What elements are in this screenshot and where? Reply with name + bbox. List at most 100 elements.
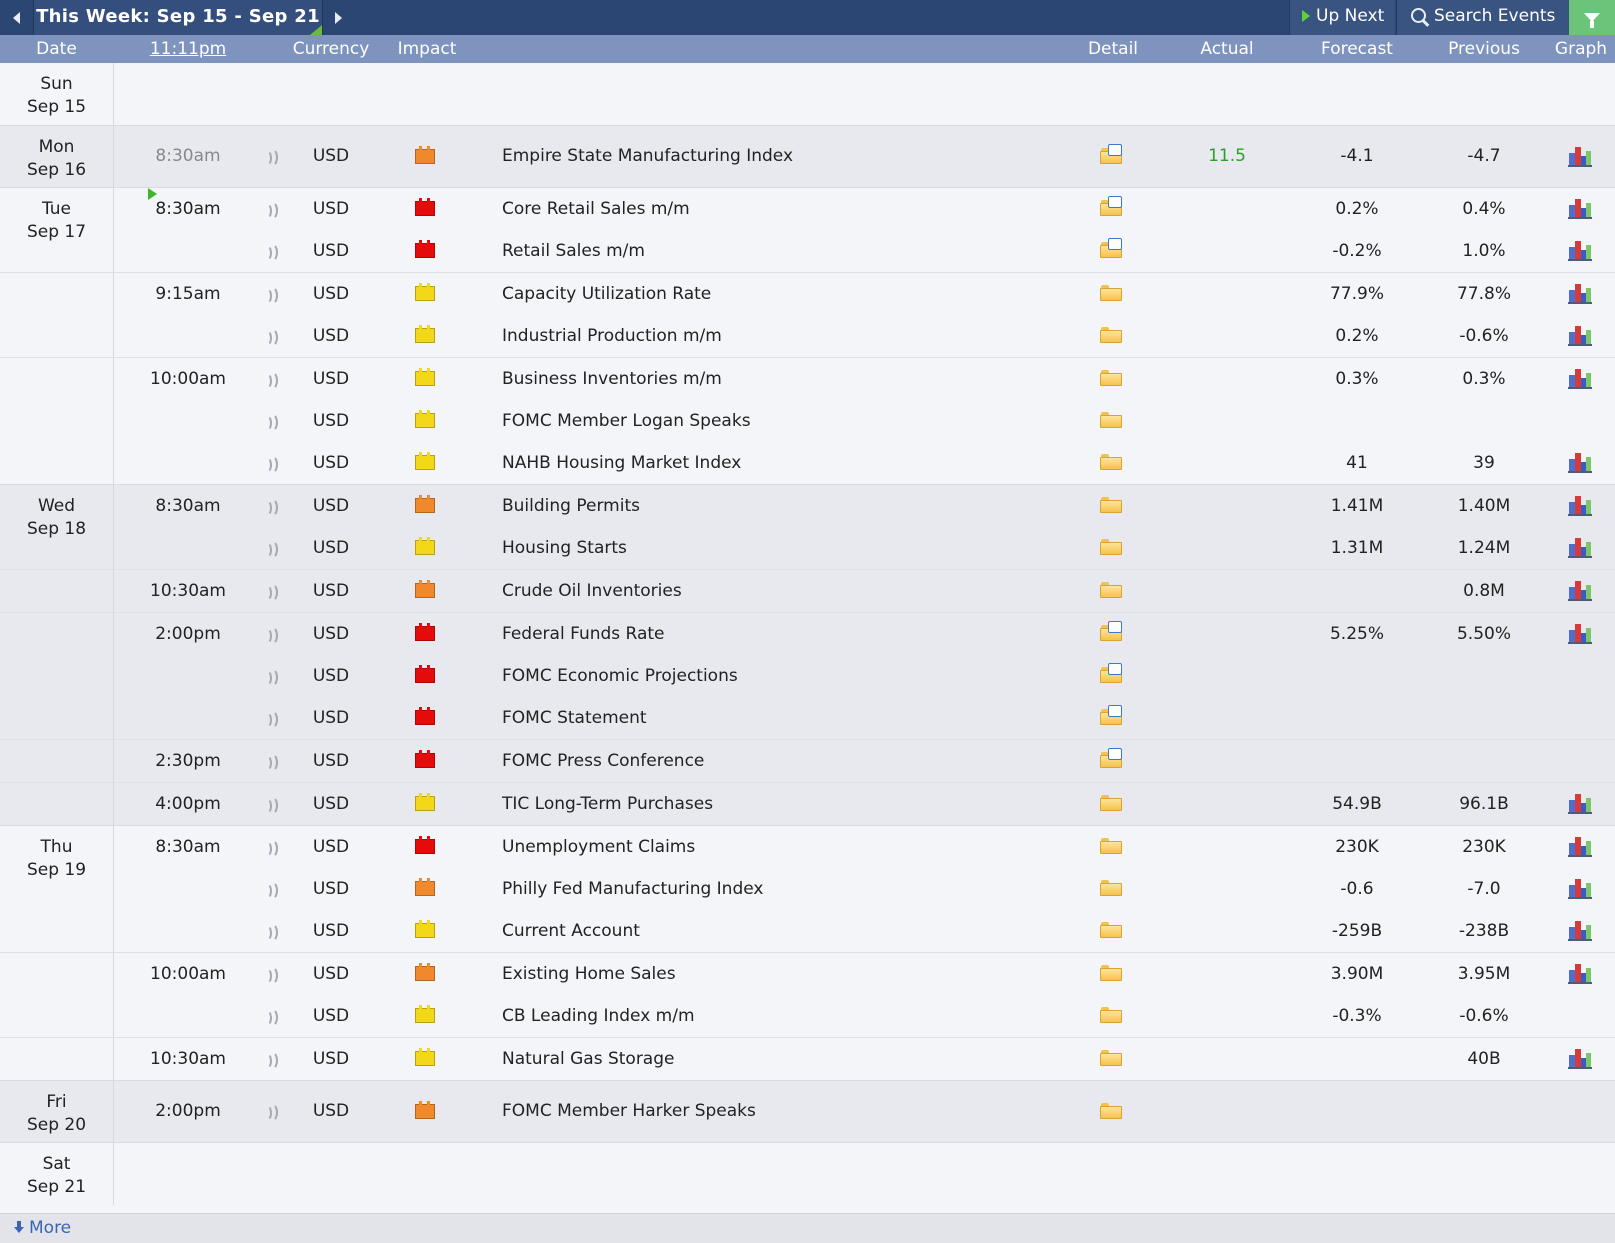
event-title[interactable]: FOMC Statement (502, 697, 647, 739)
folder-icon (1100, 965, 1122, 981)
bar-chart-icon (1568, 198, 1592, 219)
event-row[interactable]: 2:00pm USD FOMC Member Harker Speaks (0, 1081, 1615, 1142)
event-title[interactable]: FOMC Member Logan Speaks (502, 400, 751, 442)
event-row[interactable]: USD Current Account -259B -238B (0, 910, 1615, 952)
event-row[interactable]: USD Industrial Production m/m 0.2% -0.6% (0, 315, 1615, 357)
sound-icon (262, 1008, 278, 1027)
event-title[interactable]: Retail Sales m/m (502, 230, 645, 272)
event-row[interactable]: 8:30am USD Building Permits 1.41M 1.40M (0, 485, 1615, 527)
event-title[interactable]: CB Leading Index m/m (502, 995, 695, 1037)
event-title[interactable]: Business Inventories m/m (502, 358, 722, 400)
sound-alert[interactable] (258, 740, 278, 782)
dropdown-corner-icon (310, 25, 322, 35)
event-row[interactable]: USD FOMC Statement (0, 697, 1615, 739)
sound-alert[interactable] (258, 315, 278, 357)
event-time: 8:30am (155, 837, 221, 857)
sound-alert[interactable] (258, 358, 278, 400)
sound-alert[interactable] (258, 783, 278, 825)
event-title[interactable]: FOMC Economic Projections (502, 655, 738, 697)
event-row[interactable]: USD FOMC Economic Projections (0, 655, 1615, 697)
event-title[interactable]: Current Account (502, 910, 640, 952)
sound-alert[interactable] (258, 485, 278, 527)
event-title[interactable]: Industrial Production m/m (502, 315, 722, 357)
event-row[interactable]: 9:15am USD Capacity Utilization Rate 77.9% 7… (0, 272, 1615, 315)
search-events-button[interactable]: Search Events (1396, 0, 1569, 35)
header-actual: Actual (1200, 39, 1254, 59)
event-title[interactable]: Building Permits (502, 485, 640, 527)
event-row[interactable]: USD CB Leading Index m/m -0.3% -0.6% (0, 995, 1615, 1037)
event-row[interactable]: 2:30pm USD FOMC Press Conference (0, 739, 1615, 782)
event-row[interactable]: 8:30am USD Core Retail Sales m/m 0.2% 0.4% (0, 188, 1615, 230)
event-row[interactable]: USD FOMC Member Logan Speaks (0, 400, 1615, 442)
sound-alert[interactable] (258, 655, 278, 697)
sound-alert[interactable] (258, 995, 278, 1037)
event-previous: 40B (1467, 1049, 1501, 1069)
folder-icon (1100, 454, 1122, 470)
sound-alert[interactable] (258, 442, 278, 484)
event-row[interactable]: 4:00pm USD TIC Long-Term Purchases 54.9B 96.… (0, 782, 1615, 825)
folder-icon (1100, 582, 1122, 598)
sound-alert[interactable] (258, 400, 278, 442)
event-currency: USD (312, 794, 350, 814)
sound-alert[interactable] (258, 613, 278, 655)
sound-icon (262, 328, 278, 347)
event-row[interactable]: 2:00pm USD Federal Funds Rate 5.25% 5.50% (0, 612, 1615, 655)
day-cell: Sat Sep 21 (0, 1143, 114, 1205)
sound-alert[interactable] (258, 273, 278, 315)
event-row[interactable]: 10:00am USD Existing Home Sales 3.90M 3.95M (0, 952, 1615, 995)
filter-button[interactable] (1569, 0, 1615, 35)
event-title[interactable]: Core Retail Sales m/m (502, 188, 690, 230)
impact-medium-icon (415, 580, 435, 598)
sound-alert[interactable] (258, 697, 278, 739)
event-title[interactable]: Philly Fed Manufacturing Index (502, 868, 763, 910)
event-row[interactable]: USD NAHB Housing Market Index 41 39 (0, 442, 1615, 484)
event-title[interactable]: Existing Home Sales (502, 953, 676, 995)
sound-alert[interactable] (258, 826, 278, 868)
event-title[interactable]: Crude Oil Inventories (502, 570, 682, 612)
next-week-button[interactable] (322, 0, 353, 35)
event-time: 2:00pm (155, 1101, 221, 1121)
event-currency: USD (312, 837, 350, 857)
header-impact: Impact (397, 39, 457, 59)
event-title[interactable]: TIC Long-Term Purchases (502, 783, 713, 825)
sound-alert[interactable] (258, 910, 278, 952)
event-time: 9:15am (155, 284, 221, 304)
folder-icon (1100, 412, 1122, 428)
event-title[interactable]: Housing Starts (502, 527, 627, 569)
week-selector[interactable]: This Week: Sep 15 - Sep 21 (34, 0, 322, 35)
previous-week-button[interactable] (0, 0, 34, 35)
event-title[interactable]: Unemployment Claims (502, 826, 695, 868)
sound-alert[interactable] (258, 953, 278, 995)
impact-low-icon (415, 793, 435, 811)
bar-chart-icon (1568, 920, 1592, 941)
folder-document-icon (1100, 621, 1122, 641)
event-title[interactable]: FOMC Member Harker Speaks (502, 1081, 756, 1142)
event-title[interactable]: FOMC Press Conference (502, 740, 704, 782)
event-row[interactable]: USD Philly Fed Manufacturing Index -0.6 -7.… (0, 868, 1615, 910)
sound-alert[interactable] (258, 570, 278, 612)
event-currency: USD (312, 624, 350, 644)
event-row[interactable]: 10:30am USD Crude Oil Inventories 0.8M (0, 569, 1615, 612)
event-row[interactable]: 8:30am USD Unemployment Claims 230K 230K (0, 826, 1615, 868)
up-next-button[interactable]: Up Next (1289, 0, 1395, 35)
sound-alert[interactable] (258, 230, 278, 272)
event-row[interactable]: 8:30am USD Empire State Manufacturing Inde… (0, 126, 1615, 187)
header-current-time[interactable]: 11:11pm (118, 35, 258, 63)
event-row[interactable]: USD Retail Sales m/m -0.2% 1.0% (0, 230, 1615, 272)
sound-alert[interactable] (258, 1038, 278, 1080)
sound-alert[interactable] (258, 527, 278, 569)
event-title[interactable]: Natural Gas Storage (502, 1038, 674, 1080)
event-title[interactable]: Federal Funds Rate (502, 613, 665, 655)
up-next-label: Up Next (1316, 6, 1385, 26)
event-row[interactable]: 10:00am USD Business Inventories m/m 0.3% 0.… (0, 357, 1615, 400)
event-title[interactable]: Capacity Utilization Rate (502, 273, 711, 315)
event-row[interactable]: USD Housing Starts 1.31M 1.24M (0, 527, 1615, 569)
event-row[interactable]: 10:30am USD Natural Gas Storage 40B (0, 1037, 1615, 1080)
event-title[interactable]: Empire State Manufacturing Index (502, 126, 793, 187)
sound-alert[interactable] (258, 868, 278, 910)
sound-alert[interactable] (258, 188, 278, 230)
sound-alert[interactable] (258, 126, 278, 187)
event-title[interactable]: NAHB Housing Market Index (502, 442, 741, 484)
sound-alert[interactable] (258, 1081, 278, 1142)
more-link[interactable]: More (14, 1214, 71, 1243)
